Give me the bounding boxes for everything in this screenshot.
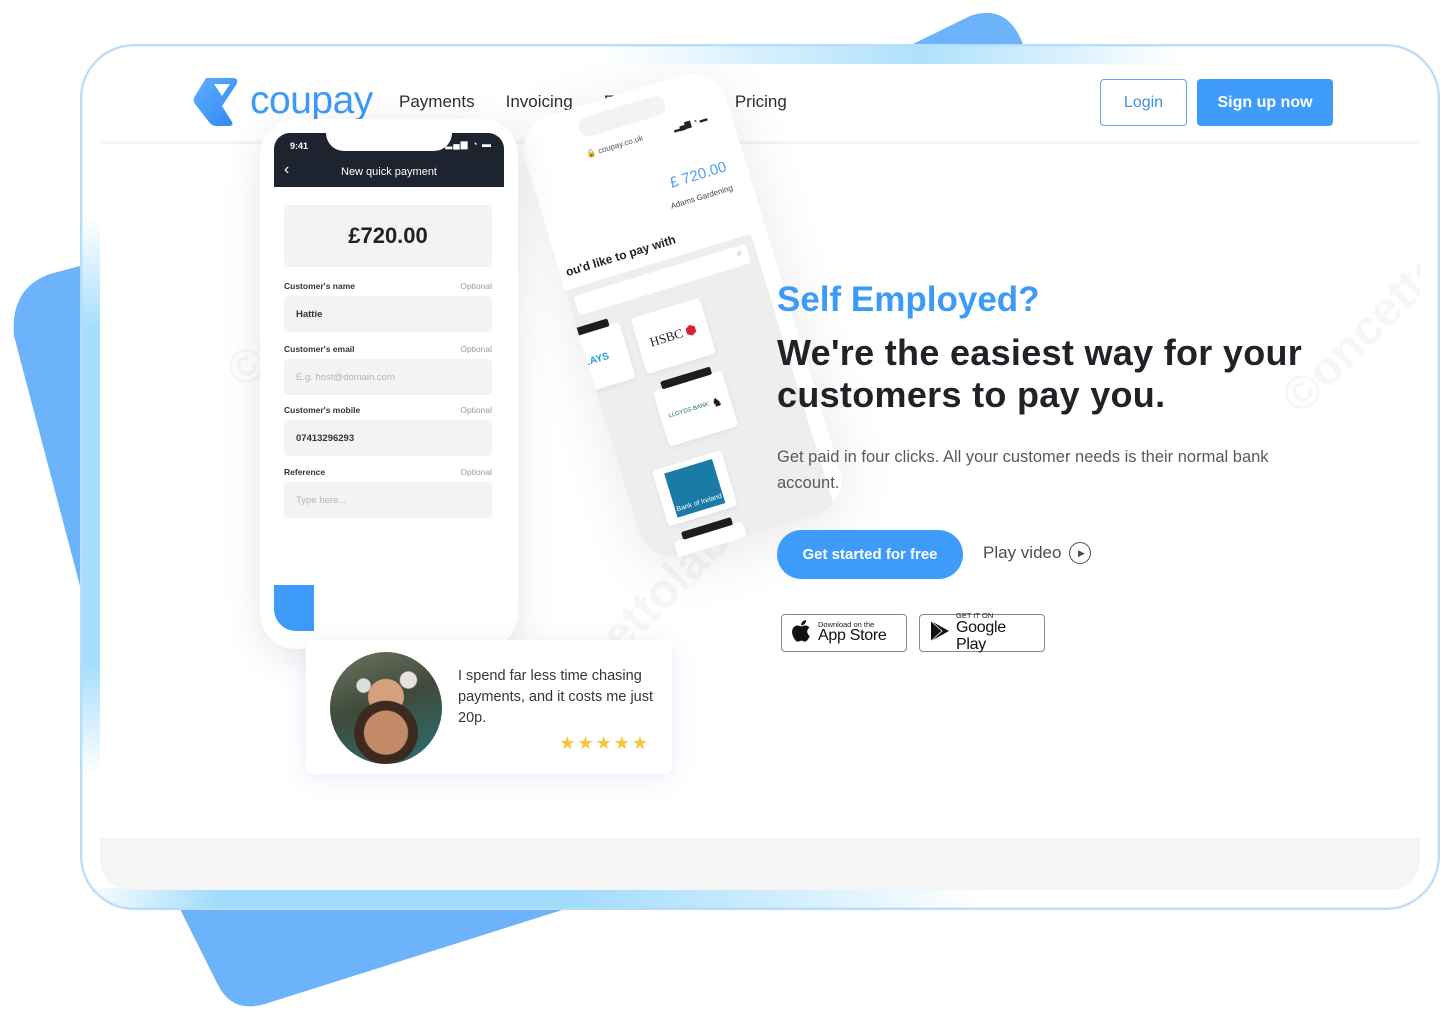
decor-blob-left [10,266,90,586]
phone-submit-button[interactable] [274,585,314,631]
testimonial-card: I spend far less time chasing payments, … [306,640,672,774]
bank-of-ireland-logo: Bank of Ireland [664,458,726,518]
reference-input[interactable]: Type here... [284,482,492,518]
optional-label: Optional [460,405,492,415]
app-store-badge[interactable]: Download on the App Store [781,614,907,652]
bank-name: HSBC [647,325,685,350]
nav-pricing[interactable]: Pricing [735,92,787,112]
customer-mobile-input[interactable]: 07413296293 [284,420,492,456]
bank-tag [660,366,713,390]
apple-icon [792,620,812,646]
bank-tile[interactable]: LLOYDS BANK ♞ [652,366,739,447]
get-started-button[interactable]: Get started for free [777,530,963,579]
google-play-icon [930,620,950,646]
login-button[interactable]: Login [1100,79,1187,126]
screen-title: New quick payment [341,166,437,178]
field-label: Customer's mobile [284,405,361,415]
bank-tag [681,517,734,540]
status-time: 9:41 [290,141,309,151]
star-icon: ★ [595,733,612,753]
frame-glow [602,46,1182,64]
hero-headline: We're the easiest way for your customers… [777,332,1303,415]
customer-email-input[interactable]: E.g. host@domain.com [284,359,492,395]
hero-subtext: Get paid in four clicks. All your custom… [777,448,1269,492]
play-video-button[interactable]: Play video ▶ [983,542,1092,564]
coupay-logo-icon [193,78,238,126]
customer-name-field: Customer's name Optional Hattie [284,281,492,332]
bank-tile[interactable] [673,517,760,566]
landing-page: ©oncettolabs ©oncettolabs ©oncetto coupa… [100,64,1420,890]
google-play-big-text: Google Play [956,618,1006,653]
play-video-label: Play video [983,543,1062,562]
signup-button[interactable]: Sign up now [1197,79,1333,126]
status-icons: ▂▄▆ ◔ ▬ [445,139,492,149]
bank-name: CLAYS [575,350,611,371]
play-circle-icon: ▶ [1069,542,1092,564]
hero-eyebrow: Self Employed? [777,280,1040,319]
nav-invoicing[interactable]: Invoicing [506,92,573,112]
search-icon: ⌕ [734,247,744,260]
testimonial-quote: I spend far less time chasing payments, … [458,668,654,726]
phone-notch [326,133,452,151]
browser-frame: ©oncettolabs ©oncettolabs ©oncetto coupa… [80,44,1440,910]
customer-name-input[interactable]: Hattie [284,296,492,332]
phone-app-header: 9:41 ▂▄▆ ◔ ▬ ‹ New quick payment [274,133,504,187]
payment-amount[interactable]: £720.00 [284,205,492,267]
field-label: Customer's name [284,281,355,291]
frame-glow [82,216,100,776]
horse-icon: ♞ [709,393,725,411]
star-icon: ★ [613,733,630,753]
url-text: coupay.co.uk [596,133,645,156]
frame-glow [82,888,982,908]
optional-label: Optional [460,344,492,354]
app-store-big-text: App Store [818,627,887,645]
phone-url: 🔒 coupay.co.uk [585,133,645,160]
hsbc-hexagon-icon: ⬢ [683,321,699,339]
status-icons: ▂▄▆ ◔ ▬ [672,113,709,133]
field-label: Customer's email [284,344,355,354]
bank-tag [557,318,610,342]
bank-tile[interactable]: CLAYS [550,318,636,399]
phone-mockup-quick-payment: 9:41 ▂▄▆ ◔ ▬ ‹ New quick payment £720.00… [260,119,518,649]
customer-email-field: Customer's email Optional E.g. host@domai… [284,344,492,395]
nav-payments[interactable]: Payments [399,92,475,112]
star-icon: ★ [577,733,594,753]
star-icon: ★ [559,733,576,753]
field-label: Reference [284,467,326,477]
star-icon: ★ [631,733,648,753]
bank-tile[interactable]: Bank of Ireland [651,450,738,527]
google-play-badge[interactable]: GET IT ON Google Play [919,612,1045,653]
reference-field: Reference Optional Type here... [284,467,492,518]
star-rating: ★ ★ ★ ★ ★ [559,734,648,752]
reviewer-avatar [330,652,442,764]
bank-tile[interactable]: HSBC ⬢ [630,297,717,375]
bank-name: LLOYDS BANK [668,401,710,420]
decor-blob-bottom [178,905,598,1010]
optional-label: Optional [460,281,492,291]
brand-name: coupay [250,78,373,122]
customer-mobile-field: Customer's mobile Optional 07413296293 [284,405,492,456]
next-section-preview [100,838,1420,890]
optional-label: Optional [460,467,492,477]
